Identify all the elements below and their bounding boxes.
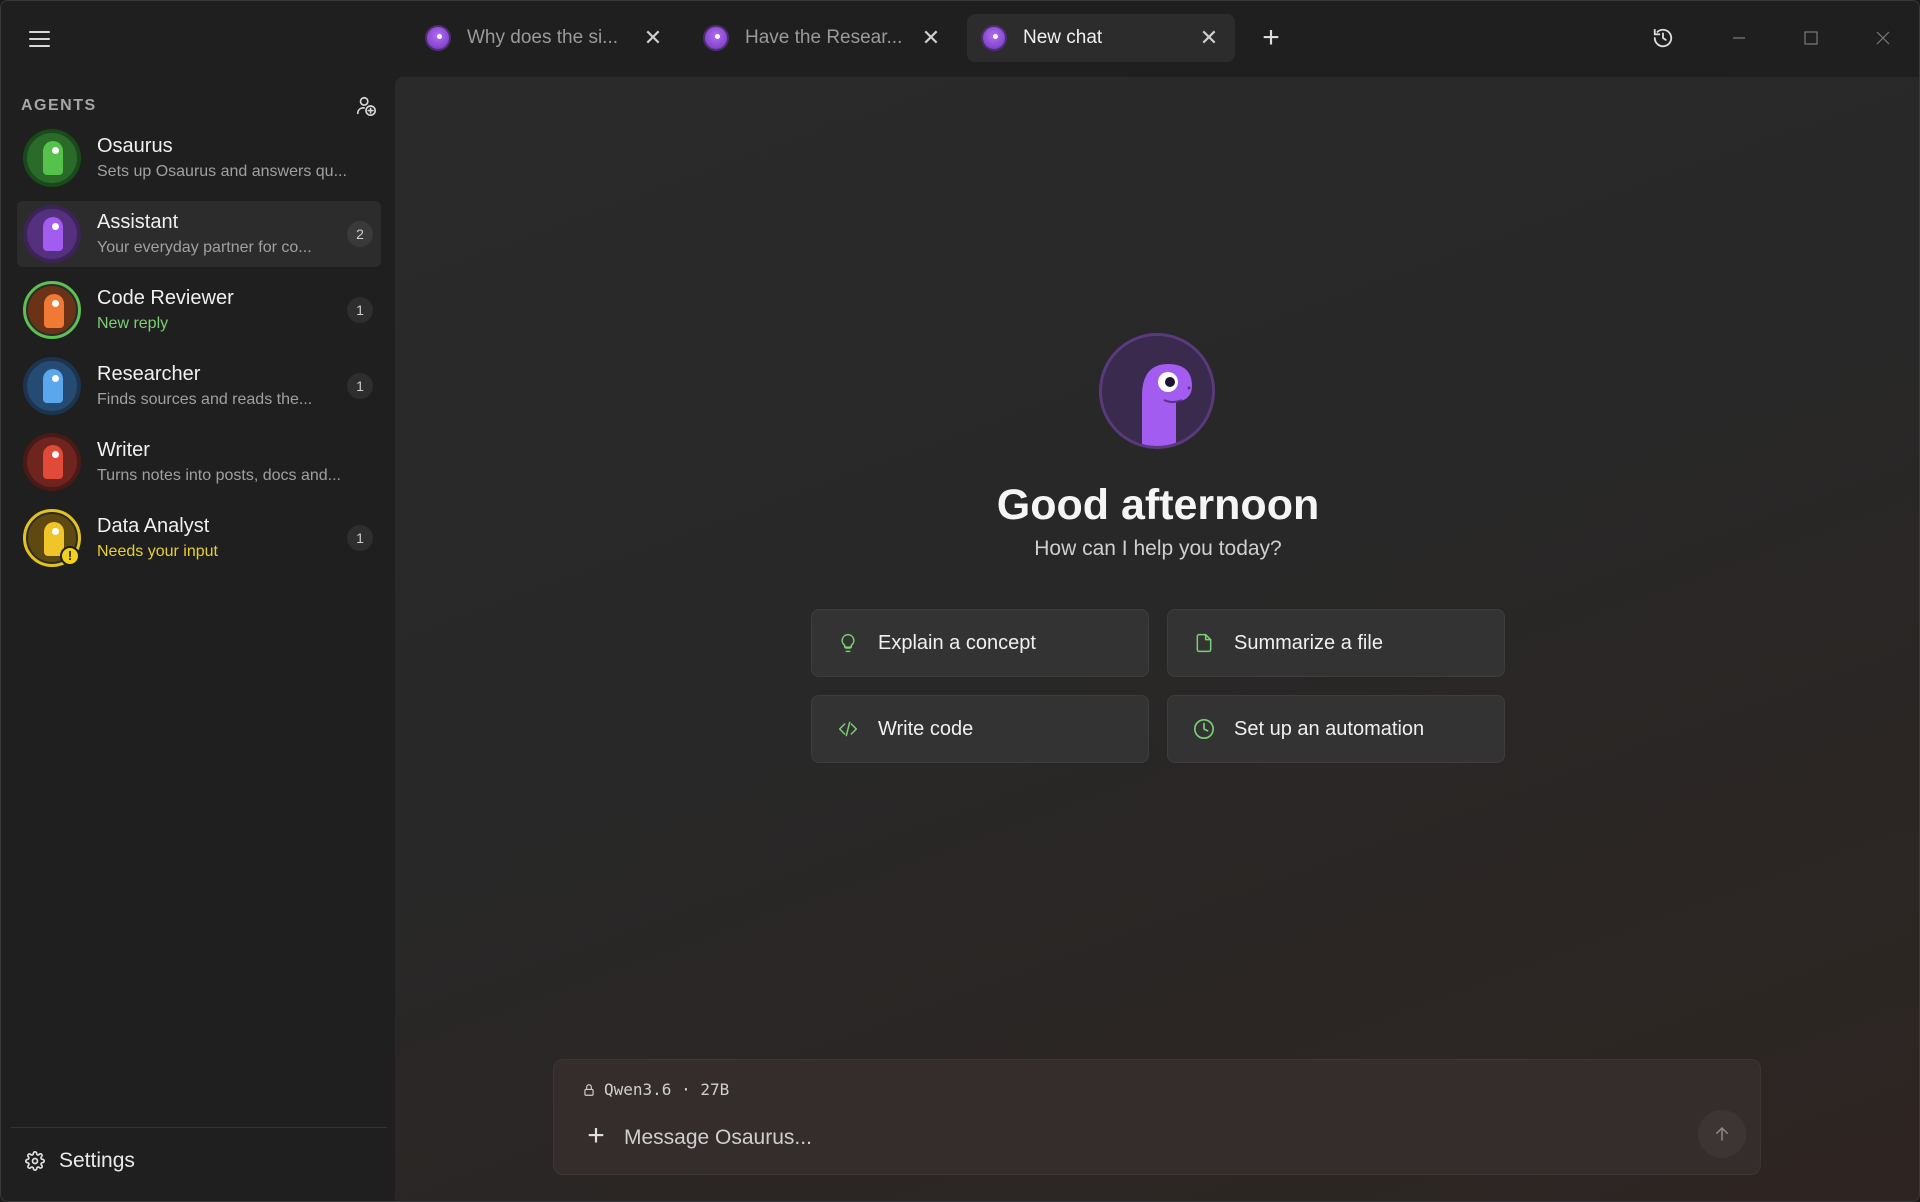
- minimize-button[interactable]: [1703, 13, 1775, 63]
- agent-item-assistant[interactable]: Assistant Your everyday partner for co..…: [17, 201, 381, 267]
- agents-title: AGENTS: [21, 97, 97, 114]
- tab-label: Have the Resear...: [745, 27, 903, 48]
- assistant-avatar: [23, 205, 81, 263]
- suggestion-label: Explain a concept: [878, 631, 1036, 654]
- history-icon: [1653, 28, 1673, 48]
- close-icon: [1876, 31, 1890, 45]
- history-button[interactable]: [1627, 13, 1699, 63]
- model-selector[interactable]: Qwen3.6 · 27B: [582, 1080, 729, 1099]
- unread-badge: 1: [347, 525, 373, 551]
- maximize-button[interactable]: [1775, 13, 1847, 63]
- app-window: Why does the si... ✕ Have the Resear... …: [0, 0, 1920, 1202]
- hamburger-icon[interactable]: [19, 21, 59, 57]
- tab-chat-1[interactable]: Why does the si... ✕: [411, 14, 679, 62]
- close-tab-icon[interactable]: ✕: [1197, 25, 1221, 50]
- model-label: Qwen3.6 · 27B: [604, 1080, 730, 1099]
- close-tab-icon[interactable]: ✕: [641, 25, 665, 50]
- agent-name: Code Reviewer: [97, 287, 234, 309]
- agent-item-osaurus[interactable]: Osaurus Sets up Osaurus and answers qu..…: [17, 125, 381, 191]
- agent-name: Osaurus: [97, 135, 173, 157]
- agent-subtitle: Finds sources and reads the...: [97, 391, 313, 408]
- gear-icon: [25, 1151, 45, 1171]
- tab-chat-2[interactable]: Have the Resear... ✕: [689, 14, 957, 62]
- suggestion-explain-concept[interactable]: Explain a concept: [811, 609, 1149, 677]
- minimize-icon: [1733, 37, 1745, 39]
- close-tab-icon[interactable]: ✕: [919, 25, 943, 50]
- plus-icon: +: [1262, 21, 1280, 54]
- suggestion-label: Set up an automation: [1234, 717, 1425, 740]
- assistant-hero-avatar: [1099, 333, 1215, 449]
- agent-name: Assistant: [97, 211, 179, 233]
- osaurus-avatar: [23, 129, 81, 187]
- data-analyst-avatar: !: [23, 509, 81, 567]
- lock-icon: [584, 1083, 594, 1096]
- agent-status-needs-input: Needs your input: [97, 543, 218, 560]
- greeting-subtitle: How can I help you today?: [1034, 537, 1282, 560]
- agents-header: AGENTS: [21, 91, 381, 121]
- greeting-title: Good afternoon: [996, 481, 1320, 529]
- agent-item-researcher[interactable]: Researcher Finds sources and reads the..…: [17, 353, 381, 419]
- agent-name: Writer: [97, 439, 150, 461]
- code-icon: [836, 717, 860, 741]
- agent-name: Researcher: [97, 363, 201, 385]
- sidebar-divider: [11, 1127, 387, 1128]
- unread-badge: 1: [347, 297, 373, 323]
- close-window-button[interactable]: [1847, 13, 1919, 63]
- suggestion-summarize-file[interactable]: Summarize a file: [1167, 609, 1505, 677]
- researcher-avatar: [23, 357, 81, 415]
- title-bar: Why does the si... ✕ Have the Resear... …: [1, 1, 1919, 77]
- tab-new-chat[interactable]: New chat ✕: [967, 14, 1235, 62]
- assistant-avatar-icon: [703, 25, 729, 51]
- clock-icon: [1192, 717, 1216, 741]
- agent-item-code-reviewer[interactable]: Code Reviewer New reply 1: [17, 277, 381, 343]
- tab-label: Why does the si...: [467, 27, 619, 48]
- assistant-avatar-icon: [425, 25, 451, 51]
- maximize-icon: [1804, 31, 1818, 45]
- lightbulb-icon: [836, 631, 860, 655]
- chat-main: Good afternoon How can I help you today?…: [395, 77, 1919, 1201]
- add-agent-icon: [356, 96, 376, 116]
- suggestion-label: Summarize a file: [1234, 631, 1383, 654]
- agent-subtitle: Your everyday partner for co...: [97, 239, 312, 256]
- agents-sidebar: AGENTS Osaurus Sets up Osaurus and answe…: [1, 77, 395, 1201]
- settings-label: Settings: [59, 1149, 135, 1172]
- warning-icon: !: [60, 546, 80, 566]
- message-composer: Qwen3.6 · 27B +: [553, 1059, 1761, 1175]
- new-tab-button[interactable]: +: [1251, 18, 1291, 58]
- agent-item-data-analyst[interactable]: ! Data Analyst Needs your input 1: [17, 505, 381, 571]
- assistant-avatar-icon: [981, 25, 1007, 51]
- agent-status-new-reply: New reply: [97, 315, 169, 332]
- window-controls: [1627, 13, 1919, 63]
- writer-avatar: [23, 433, 81, 491]
- agent-list: Osaurus Sets up Osaurus and answers qu..…: [17, 125, 381, 581]
- attach-button[interactable]: +: [578, 1118, 614, 1154]
- add-agent-button[interactable]: [351, 91, 381, 121]
- unread-badge: 2: [347, 221, 373, 247]
- agent-item-writer[interactable]: Writer Turns notes into posts, docs and.…: [17, 429, 381, 495]
- tab-label: New chat: [1023, 27, 1103, 48]
- agent-subtitle: Turns notes into posts, docs and...: [97, 467, 341, 484]
- settings-button[interactable]: Settings: [25, 1141, 135, 1181]
- dino-mascot-icon: [1102, 336, 1212, 446]
- agent-subtitle: Sets up Osaurus and answers qu...: [97, 163, 347, 180]
- tab-strip: Why does the si... ✕ Have the Resear... …: [411, 13, 1291, 63]
- file-icon: [1192, 631, 1216, 655]
- message-input[interactable]: [624, 1120, 1624, 1156]
- suggestion-write-code[interactable]: Write code: [811, 695, 1149, 763]
- unread-badge: 1: [347, 373, 373, 399]
- code-reviewer-avatar: [23, 281, 81, 339]
- suggestion-set-up-automation[interactable]: Set up an automation: [1167, 695, 1505, 763]
- plus-icon: +: [587, 1119, 605, 1152]
- agent-name: Data Analyst: [97, 515, 210, 537]
- suggestion-label: Write code: [878, 717, 974, 740]
- arrow-up-icon: [1716, 1127, 1728, 1141]
- send-button[interactable]: [1698, 1110, 1746, 1158]
